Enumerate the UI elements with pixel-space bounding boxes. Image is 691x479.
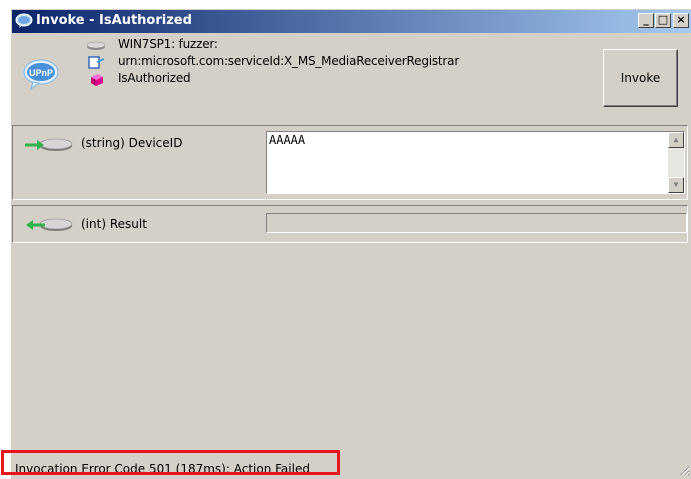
vertical-scrollbar[interactable]: ▲ ▼ <box>668 132 684 193</box>
minimize-button[interactable]: _ <box>638 13 654 28</box>
device-id-input[interactable]: AAAAA ▲ ▼ <box>266 131 685 194</box>
device-icon <box>86 41 106 50</box>
argument-panel-out: (int) Result <box>12 205 688 243</box>
action-name: IsAuthorized <box>118 71 191 85</box>
device-id-value: AAAAA <box>269 133 306 147</box>
scroll-down-button[interactable]: ▼ <box>668 177 684 193</box>
action-header: UPnP WIN7SP1: fuzzer: urn:microsoft.com:… <box>12 33 691 125</box>
service-icon <box>88 56 105 69</box>
invoke-button[interactable]: Invoke <box>603 49 678 107</box>
scroll-up-button[interactable]: ▲ <box>668 132 684 148</box>
result-output-field <box>266 213 687 233</box>
maximize-button[interactable]: □ <box>655 13 671 28</box>
action-icon <box>91 74 103 86</box>
argument-label: (int) Result <box>81 217 147 231</box>
title-bar[interactable]: Invoke - IsAuthorized _ □ × <box>12 10 691 33</box>
svg-text:UPnP: UPnP <box>29 68 53 78</box>
input-arrow-icon <box>25 138 73 151</box>
error-highlight-box <box>1 450 340 475</box>
window-title: Invoke - IsAuthorized <box>36 13 192 28</box>
upnp-logo-icon: UPnP <box>23 59 59 90</box>
output-arrow-icon <box>26 218 73 231</box>
service-id: urn:microsoft.com:serviceId:X_MS_MediaRe… <box>118 54 460 68</box>
invoke-window: Invoke - IsAuthorized _ □ × UPnP WIN7SP1… <box>10 8 691 479</box>
upnp-globe-icon <box>15 13 33 28</box>
argument-panel-in: (string) DeviceID AAAAA ▲ ▼ <box>12 125 688 200</box>
resize-grip-icon[interactable] <box>678 464 690 476</box>
close-button[interactable]: × <box>673 13 689 28</box>
device-name: WIN7SP1: fuzzer: <box>118 37 218 51</box>
argument-label: (string) DeviceID <box>81 136 183 150</box>
